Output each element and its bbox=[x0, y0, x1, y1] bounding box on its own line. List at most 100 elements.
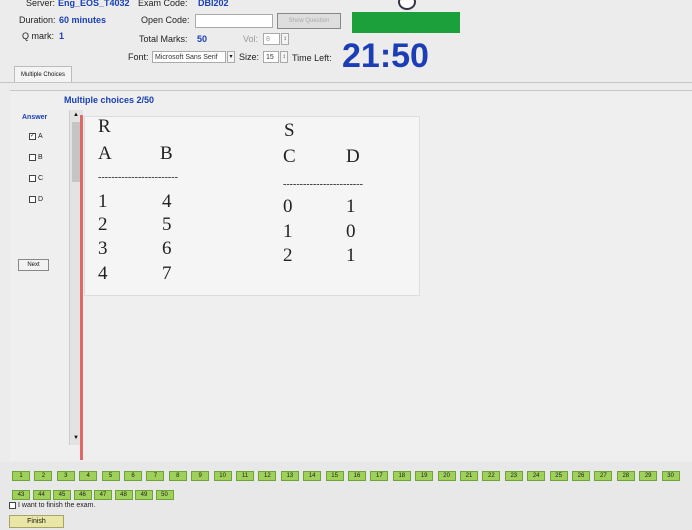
finish-confirm[interactable]: I want to finish the exam. bbox=[9, 502, 95, 509]
total-marks-label: Total Marks: bbox=[139, 34, 188, 44]
question-nav-button[interactable]: 30 bbox=[661, 471, 680, 481]
table-r-col-a: A bbox=[98, 143, 112, 164]
question-nav-button[interactable]: 47 bbox=[94, 490, 112, 500]
scroll-up-icon[interactable]: ▲ bbox=[73, 112, 79, 118]
question-nav-button[interactable]: 29 bbox=[639, 471, 658, 481]
answer-option-d[interactable]: D bbox=[29, 196, 43, 203]
next-button[interactable]: Next bbox=[18, 259, 49, 271]
font-select-dropdown[interactable]: ▾ bbox=[227, 51, 235, 63]
table-s-col-d: D bbox=[346, 146, 360, 167]
table-s-col-c: C bbox=[283, 146, 296, 167]
question-nav-button[interactable]: 22 bbox=[482, 471, 501, 481]
answer-a-checkbox[interactable]: ✓ bbox=[29, 133, 36, 140]
answer-label: Answer bbox=[22, 114, 48, 121]
camera-icon bbox=[398, 0, 416, 10]
table-r-col-b: B bbox=[160, 143, 173, 164]
question-nav-button[interactable]: 1 bbox=[12, 471, 30, 481]
question-nav-button[interactable]: 28 bbox=[616, 471, 635, 481]
finish-button[interactable]: Finish bbox=[9, 515, 64, 528]
table-r-rule: ------------------------ bbox=[98, 172, 178, 183]
vol-input[interactable]: 8 bbox=[263, 33, 280, 45]
show-question-button[interactable]: Show Question bbox=[277, 13, 341, 29]
table-r-r3-a: 3 bbox=[98, 238, 108, 259]
scroll-down-icon[interactable]: ▼ bbox=[73, 435, 79, 441]
server-label: Server: bbox=[26, 0, 56, 8]
tab-divider bbox=[0, 82, 692, 83]
answer-d-label: D bbox=[38, 196, 44, 203]
question-nav-button[interactable]: 5 bbox=[101, 471, 120, 481]
question-nav-button[interactable]: 44 bbox=[32, 490, 51, 500]
question-nav-button[interactable]: 8 bbox=[168, 471, 187, 481]
question-nav-button[interactable]: 15 bbox=[325, 471, 344, 481]
server-value: Eng_EOS_T4032 bbox=[58, 0, 130, 8]
time-left-label: Time Left: bbox=[292, 53, 332, 63]
question-nav-button[interactable]: 7 bbox=[146, 471, 165, 481]
question-nav-button[interactable]: 19 bbox=[415, 471, 434, 481]
total-marks-value: 50 bbox=[197, 34, 208, 44]
answer-b-label: B bbox=[38, 154, 43, 161]
question-nav-button[interactable]: 27 bbox=[594, 471, 613, 481]
duration-value: 60 minutes bbox=[59, 15, 107, 25]
table-r-r1-b: 4 bbox=[162, 191, 172, 212]
size-spinner[interactable]: ↕ bbox=[280, 51, 288, 63]
tab-multiple-choices[interactable]: Multiple Choices bbox=[14, 66, 72, 83]
table-s-name: S bbox=[284, 120, 295, 141]
answer-d-checkbox[interactable] bbox=[29, 196, 36, 203]
status-indicator bbox=[352, 12, 460, 33]
answer-c-checkbox[interactable] bbox=[29, 175, 36, 182]
question-nav-button[interactable]: 43 bbox=[12, 490, 30, 500]
table-s-r1-c: 0 bbox=[283, 196, 293, 217]
qmark-label: Q mark: bbox=[22, 31, 55, 41]
question-divider-bar[interactable] bbox=[80, 115, 83, 460]
table-r-r4-a: 4 bbox=[98, 263, 108, 284]
answer-option-a[interactable]: ✓ A bbox=[29, 133, 43, 140]
question-nav-button[interactable]: 25 bbox=[549, 471, 568, 481]
answer-option-b[interactable]: B bbox=[29, 154, 43, 161]
vol-spinner[interactable]: ↕ bbox=[281, 33, 289, 45]
table-r-r2-a: 2 bbox=[98, 214, 108, 235]
open-code-label: Open Code: bbox=[141, 15, 190, 25]
answer-option-c[interactable]: C bbox=[29, 175, 43, 182]
question-nav-button[interactable]: 13 bbox=[280, 471, 299, 481]
question-nav-button[interactable]: 18 bbox=[392, 471, 411, 481]
font-select[interactable]: Microsoft Sans Serif bbox=[152, 51, 226, 63]
duration-label: Duration: bbox=[19, 15, 56, 25]
question-nav-button[interactable]: 16 bbox=[348, 471, 366, 481]
question-nav-button[interactable]: 49 bbox=[135, 490, 153, 500]
time-left-value: 21:50 bbox=[342, 37, 429, 75]
question-nav-button[interactable]: 24 bbox=[527, 471, 546, 481]
question-nav-button[interactable]: 10 bbox=[213, 471, 232, 481]
question-nav-button[interactable]: 50 bbox=[155, 490, 174, 500]
question-nav-button[interactable]: 46 bbox=[73, 490, 92, 500]
question-nav-button[interactable]: 2 bbox=[34, 471, 53, 481]
question-nav-button[interactable]: 11 bbox=[236, 471, 254, 481]
question-nav-button[interactable]: 26 bbox=[572, 471, 590, 481]
finish-confirm-checkbox[interactable] bbox=[9, 502, 16, 509]
size-label: Size: bbox=[239, 52, 260, 62]
table-r-r4-b: 7 bbox=[162, 263, 172, 284]
question-nav-button[interactable]: 6 bbox=[124, 471, 142, 481]
question-header: Multiple choices 2/50 bbox=[64, 95, 155, 105]
table-r-r3-b: 6 bbox=[162, 238, 172, 259]
vol-label: Vol: bbox=[243, 34, 259, 44]
question-nav-button[interactable]: 48 bbox=[114, 490, 133, 500]
scroll-thumb[interactable] bbox=[72, 122, 80, 182]
question-nav-button[interactable]: 4 bbox=[79, 471, 98, 481]
qmark-value: 1 bbox=[59, 31, 65, 41]
question-nav-button[interactable]: 21 bbox=[460, 471, 478, 481]
question-nav-button[interactable]: 20 bbox=[437, 471, 456, 481]
answer-b-checkbox[interactable] bbox=[29, 154, 36, 161]
question-nav-button[interactable]: 17 bbox=[370, 471, 389, 481]
open-code-input[interactable] bbox=[195, 14, 273, 28]
table-r-r1-a: 1 bbox=[98, 191, 108, 212]
question-nav-button[interactable]: 23 bbox=[504, 471, 523, 481]
question-nav-button[interactable]: 14 bbox=[303, 471, 322, 481]
question-nav-button[interactable]: 12 bbox=[258, 471, 277, 481]
table-s-r3-d: 1 bbox=[346, 245, 356, 266]
question-nav-button[interactable]: 3 bbox=[56, 471, 75, 481]
table-s-r2-d: 0 bbox=[346, 221, 356, 242]
question-nav-button[interactable]: 45 bbox=[53, 490, 71, 500]
table-s-r2-c: 1 bbox=[283, 221, 293, 242]
size-input[interactable]: 15 bbox=[263, 51, 279, 63]
question-nav-button[interactable]: 9 bbox=[191, 471, 210, 481]
